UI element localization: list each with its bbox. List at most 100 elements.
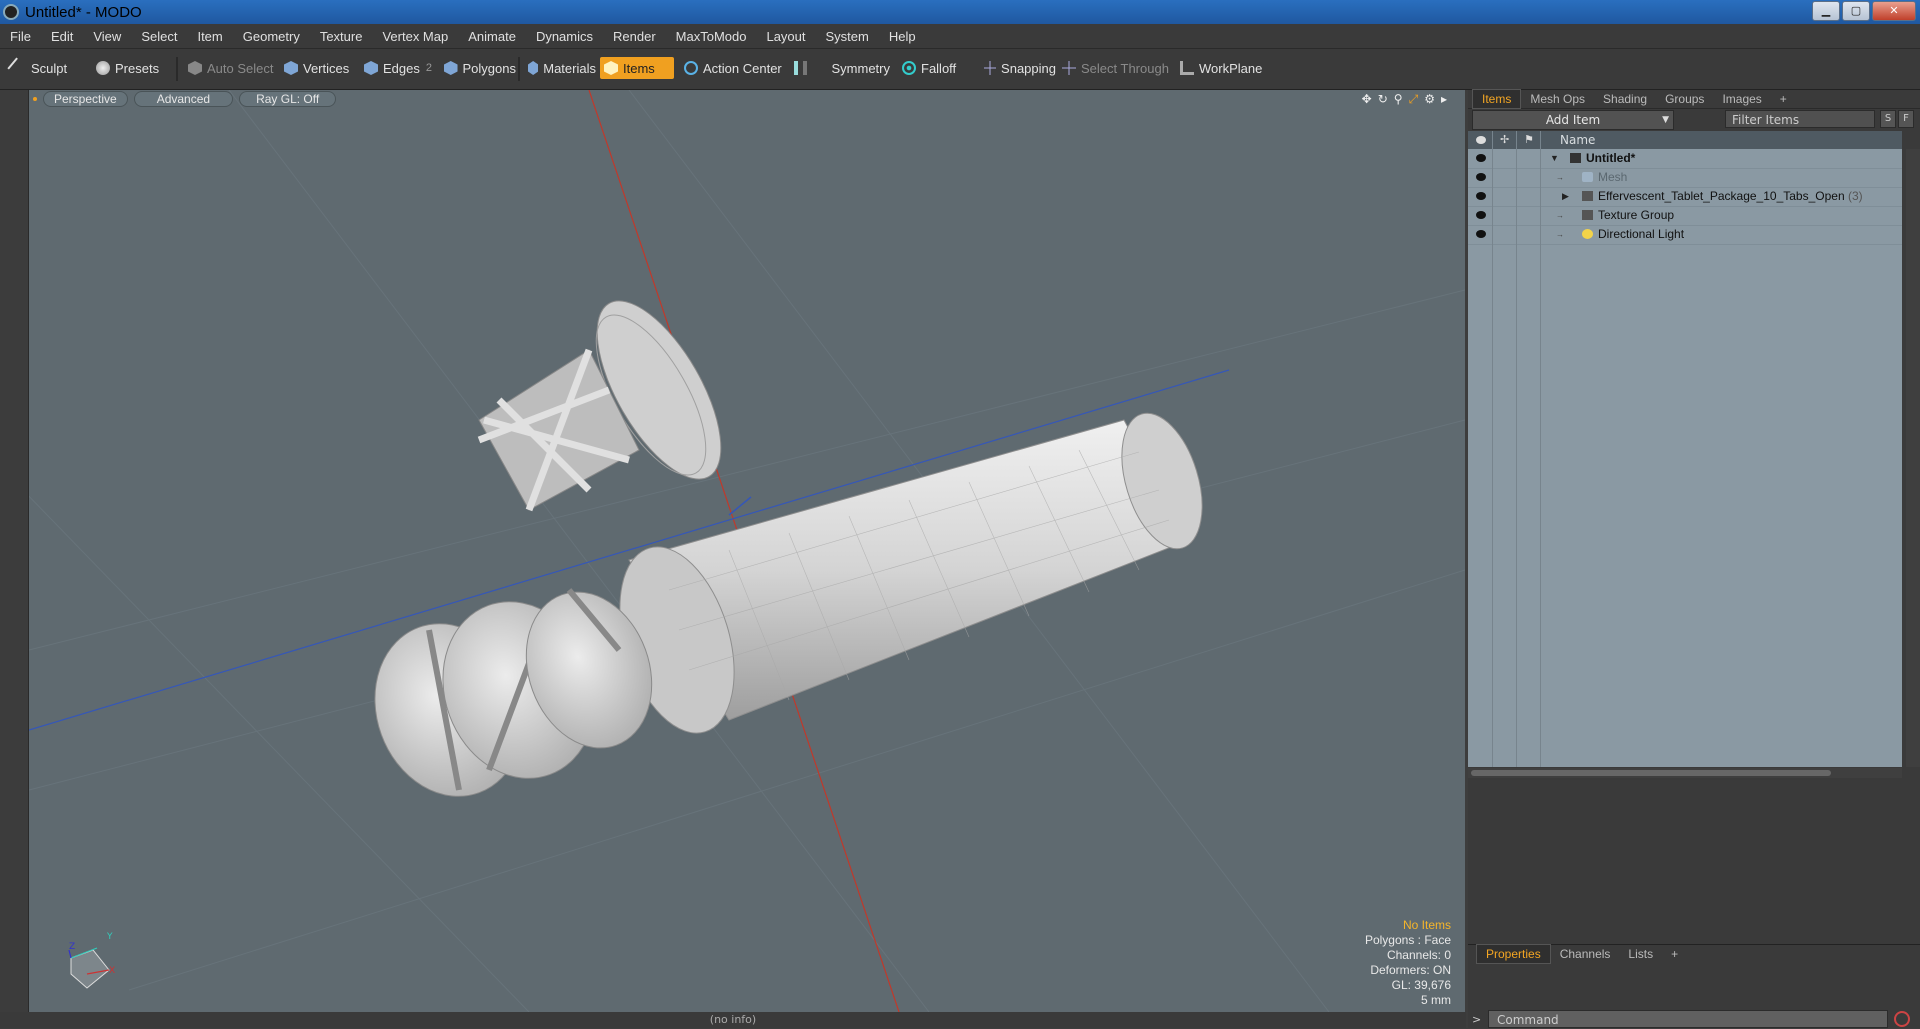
presets-icon — [96, 61, 110, 75]
tree-connector-icon: → — [1556, 230, 1564, 239]
tree-row-directional-light[interactable]: → Directional Light — [1468, 225, 1902, 245]
maximize-view-icon[interactable]: ⤢ — [1409, 92, 1419, 107]
menu-geometry[interactable]: Geometry — [233, 29, 310, 44]
auto-select-icon — [188, 61, 202, 75]
menu-maxtomodo[interactable]: MaxToModo — [666, 29, 757, 44]
viewport-menu-dot[interactable] — [33, 97, 37, 101]
polygons-button[interactable]: Polygons — [440, 57, 516, 79]
viewport-scene[interactable] — [29, 90, 1465, 1012]
snapping-icon — [984, 61, 997, 75]
visibility-header-icon — [1476, 136, 1486, 144]
menu-vertex-map[interactable]: Vertex Map — [372, 29, 458, 44]
lock-header-icon: ✢ — [1500, 133, 1510, 146]
tab-images[interactable]: Images — [1713, 90, 1770, 108]
filter-s-button[interactable]: S — [1880, 110, 1896, 128]
filter-f-button[interactable]: F — [1898, 110, 1914, 128]
command-clear-icon[interactable] — [1894, 1011, 1910, 1027]
tree-row-mesh[interactable]: → Mesh — [1468, 168, 1902, 188]
items-panel-tabs: Items Mesh Ops Shading Groups Images + — [1468, 89, 1920, 109]
visibility-eye-icon[interactable] — [1476, 230, 1486, 238]
menu-layout[interactable]: Layout — [756, 29, 815, 44]
perspective-tab[interactable]: Perspective — [43, 91, 128, 107]
viewport-settings-icon[interactable]: ⚙ — [1424, 92, 1435, 107]
tree-horizontal-scrollbar[interactable] — [1468, 768, 1902, 778]
tube-cap-mesh[interactable] — [477, 282, 745, 512]
add-item-button[interactable]: Add Item ▼ — [1472, 110, 1674, 130]
child-count: (3) — [1847, 189, 1863, 203]
collapse-arrow-icon[interactable]: ▼ — [1550, 149, 1559, 168]
menu-texture[interactable]: Texture — [310, 29, 373, 44]
tree-row-texture-group[interactable]: → Texture Group — [1468, 206, 1902, 226]
3d-viewport[interactable]: Y Z X Perspective Advanced Ray GL: Off ✥… — [29, 90, 1465, 1012]
auto-select-button[interactable]: Auto Select — [184, 57, 276, 79]
tree-row-scene[interactable]: ▼ Untitled* — [1468, 149, 1902, 169]
tab-channels[interactable]: Channels — [1551, 945, 1620, 963]
chevron-down-icon: ▼ — [1662, 115, 1669, 125]
tab-groups[interactable]: Groups — [1656, 90, 1713, 108]
name-column-header[interactable]: Name — [1560, 133, 1595, 147]
tab-shading[interactable]: Shading — [1594, 90, 1656, 108]
rotate-icon[interactable]: ↻ — [1378, 92, 1388, 107]
tab-properties[interactable]: Properties — [1476, 944, 1551, 964]
window-title: Untitled* - MODO — [25, 3, 142, 21]
brush-icon — [7, 57, 29, 79]
select-through-button[interactable]: Select Through — [1058, 57, 1172, 79]
tree-row-effervescent-package[interactable]: ▶ Effervescent_Tablet_Package_10_Tabs_Op… — [1468, 187, 1902, 207]
workplane-button[interactable]: WorkPlane — [1176, 57, 1268, 79]
items-button[interactable]: Items — [600, 57, 674, 79]
close-button[interactable]: ✕ — [1872, 1, 1916, 21]
menu-edit[interactable]: Edit — [41, 29, 83, 44]
edges-count: 2 — [425, 62, 432, 74]
menu-system[interactable]: System — [816, 29, 879, 44]
falloff-button[interactable]: Falloff — [898, 57, 980, 79]
visibility-eye-icon[interactable] — [1476, 154, 1486, 162]
action-center-button[interactable]: Action Center — [680, 57, 786, 79]
texture-group-icon — [1582, 210, 1593, 220]
items-panel: Items Mesh Ops Shading Groups Images + A… — [1468, 89, 1920, 1028]
pan-icon[interactable]: ✥ — [1362, 92, 1372, 107]
vertices-button[interactable]: Vertices — [280, 57, 356, 79]
workplane-icon — [1180, 61, 1194, 75]
materials-button[interactable]: Materials — [524, 57, 596, 79]
menu-help[interactable]: Help — [879, 29, 926, 44]
menu-dynamics[interactable]: Dynamics — [526, 29, 603, 44]
menu-render[interactable]: Render — [603, 29, 666, 44]
zoom-icon[interactable]: ⚲ — [1394, 92, 1403, 107]
menu-item[interactable]: Item — [187, 29, 232, 44]
advanced-tab[interactable]: Advanced — [133, 91, 234, 107]
menu-file[interactable]: File — [0, 29, 41, 44]
scrollbar-thumb[interactable] — [1471, 770, 1831, 776]
presets-button[interactable]: Presets — [92, 57, 168, 79]
edges-button[interactable]: Edges 2 — [360, 57, 438, 79]
light-icon — [1582, 229, 1593, 239]
add-props-tab-button[interactable]: + — [1662, 945, 1687, 963]
snapping-button[interactable]: Snapping — [980, 57, 1056, 79]
info-text: (no info) — [709, 1013, 757, 1026]
action-center-icon — [684, 61, 698, 75]
tab-items[interactable]: Items — [1472, 89, 1522, 109]
add-tab-button[interactable]: + — [1771, 90, 1796, 108]
deformers-status: Deformers: ON — [1370, 963, 1451, 977]
symmetry-button[interactable]: Symmetry — [790, 57, 890, 79]
visibility-eye-icon[interactable] — [1476, 173, 1486, 181]
tab-lists[interactable]: Lists — [1619, 945, 1662, 963]
maximize-button[interactable]: ▢ — [1842, 1, 1870, 21]
sculpt-button[interactable]: Sculpt — [6, 57, 88, 79]
falloff-icon — [902, 61, 916, 75]
raygl-tab[interactable]: Ray GL: Off — [239, 91, 337, 107]
menu-view[interactable]: View — [83, 29, 131, 44]
filter-items-input[interactable]: Filter Items — [1725, 110, 1875, 128]
tree-vertical-scrollbar[interactable] — [1906, 149, 1920, 767]
minimize-button[interactable]: ▁ — [1812, 1, 1840, 21]
scale-status: 5 mm — [1421, 993, 1451, 1007]
command-input[interactable]: Command — [1488, 1010, 1888, 1028]
tab-mesh-ops[interactable]: Mesh Ops — [1521, 90, 1594, 108]
expand-arrow-icon[interactable]: ▶ — [1562, 187, 1569, 206]
tree-connector-icon: → — [1556, 211, 1564, 220]
viewport-expand-icon[interactable]: ▸ — [1441, 92, 1447, 107]
menu-select[interactable]: Select — [131, 29, 187, 44]
visibility-eye-icon[interactable] — [1476, 192, 1486, 200]
title-bar: Untitled* - MODO ▁ ▢ ✕ — [0, 0, 1920, 24]
menu-animate[interactable]: Animate — [458, 29, 526, 44]
visibility-eye-icon[interactable] — [1476, 211, 1486, 219]
